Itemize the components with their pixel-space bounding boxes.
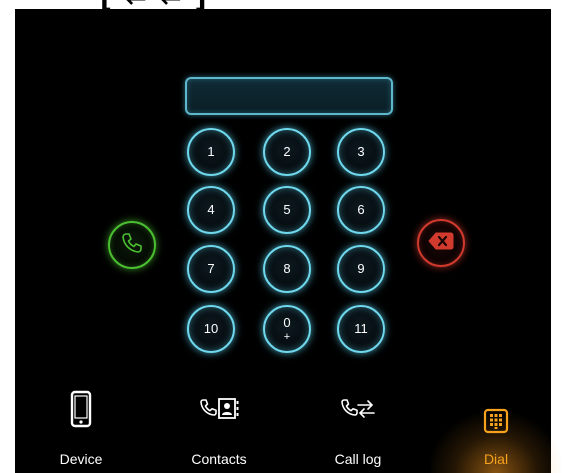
key-sub-symbol: + [283,331,291,343]
nav-contacts[interactable]: Contacts [164,380,274,473]
key-10[interactable]: 10 [187,305,235,353]
nav-dial[interactable]: Dial [431,380,561,473]
dialpad-icon [483,408,509,439]
backspace-icon [427,230,455,257]
key-digit: 0 [283,315,291,330]
key-digit: 10 [203,321,219,336]
key-3[interactable]: 3 [337,128,385,176]
key-5[interactable]: 5 [263,186,311,234]
key-digit: 6 [357,202,365,217]
mobile-device-icon [70,390,92,433]
key-1[interactable]: 1 [187,128,235,176]
call-button[interactable] [108,221,156,269]
key-4[interactable]: 4 [187,186,235,234]
key-6[interactable]: 6 [337,186,385,234]
nav-label-contacts: Contacts [191,451,247,467]
nav-label-device: Device [59,451,103,467]
key-digit: 3 [357,144,365,159]
bottom-nav: Device Contacts Call log Dial [15,380,561,473]
number-display[interactable] [185,77,393,115]
nav-device[interactable]: Device [26,380,136,473]
key-11[interactable]: 11 [337,305,385,353]
header-fragment: [ ← ← ] [100,0,209,9]
nav-call-log[interactable]: Call log [303,380,413,473]
phone-handset-icon [119,230,145,261]
key-digit: 11 [354,321,368,336]
key-digit: 9 [357,261,365,276]
key-digit: 4 [207,202,215,217]
contacts-icon [197,396,241,427]
key-0[interactable]: 0 + [263,305,311,353]
key-2[interactable]: 2 [263,128,311,176]
key-digit: 2 [283,144,291,159]
key-9[interactable]: 9 [337,245,385,293]
key-digit: 7 [207,261,215,276]
key-7[interactable]: 7 [187,245,235,293]
nav-label-call-log: Call log [334,451,382,467]
key-digit: 1 [207,144,215,159]
delete-button[interactable] [417,219,465,267]
key-digit: 8 [283,261,291,276]
key-8[interactable]: 8 [263,245,311,293]
nav-label-dial: Dial [483,451,509,467]
call-log-icon [338,396,378,429]
top-crop-strip: [ ← ← ] [0,0,565,9]
key-digit: 5 [283,202,291,217]
